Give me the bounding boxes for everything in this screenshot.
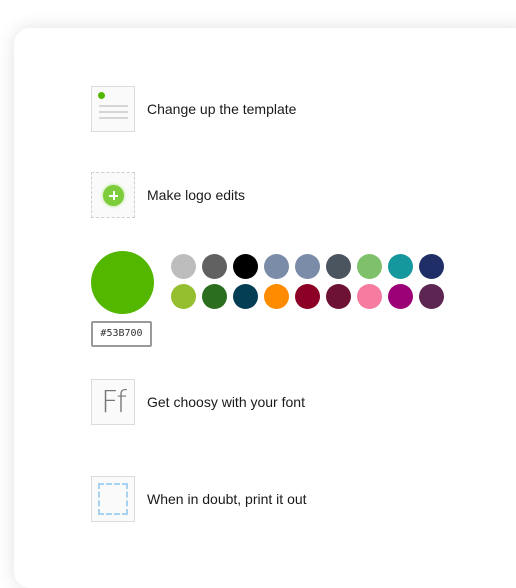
color-swatch[interactable] xyxy=(419,254,444,279)
font-icon: Ff xyxy=(91,379,135,425)
logo-add-icon xyxy=(91,172,135,218)
print-label: When in doubt, print it out xyxy=(147,491,307,507)
print-frame xyxy=(98,483,128,515)
color-swatch[interactable] xyxy=(233,284,258,309)
color-swatch[interactable] xyxy=(419,284,444,309)
hex-color-field[interactable]: #53B700 xyxy=(91,321,152,347)
change-template-option[interactable]: Change up the template xyxy=(91,86,296,132)
color-swatch[interactable] xyxy=(357,284,382,309)
print-option[interactable]: When in doubt, print it out xyxy=(91,476,307,522)
color-swatch[interactable] xyxy=(202,284,227,309)
color-swatch[interactable] xyxy=(264,254,289,279)
logo-edit-option[interactable]: Make logo edits xyxy=(91,172,245,218)
color-swatch[interactable] xyxy=(295,254,320,279)
color-swatch[interactable] xyxy=(388,284,413,309)
font-label: Get choosy with your font xyxy=(147,394,305,410)
template-line xyxy=(99,117,128,119)
template-dot-icon xyxy=(98,92,105,99)
selected-color-swatch[interactable] xyxy=(91,251,154,314)
font-option[interactable]: Ff Get choosy with your font xyxy=(91,379,305,425)
color-swatch[interactable] xyxy=(357,254,382,279)
logo-edit-label: Make logo edits xyxy=(147,187,246,203)
color-swatch[interactable] xyxy=(326,254,351,279)
template-line xyxy=(99,105,128,107)
color-swatch[interactable] xyxy=(233,254,258,279)
color-swatch[interactable] xyxy=(264,284,289,309)
color-swatch[interactable] xyxy=(295,284,320,309)
color-swatch[interactable] xyxy=(326,284,351,309)
color-swatch[interactable] xyxy=(202,254,227,279)
color-palette xyxy=(171,254,451,309)
color-swatch[interactable] xyxy=(171,284,196,309)
print-icon xyxy=(91,476,135,522)
change-template-label: Change up the template xyxy=(147,101,297,117)
template-line xyxy=(99,111,128,113)
color-swatch[interactable] xyxy=(171,254,196,279)
template-icon xyxy=(91,86,135,132)
color-swatch[interactable] xyxy=(388,254,413,279)
